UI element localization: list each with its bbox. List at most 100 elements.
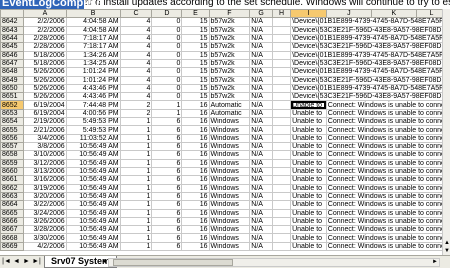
cell-a[interactable]: 3/4/2006 bbox=[23, 133, 67, 144]
cell-d[interactable]: 1 bbox=[151, 108, 183, 119]
cell-a[interactable]: 5/26/2006 bbox=[23, 75, 67, 85]
column-header-d[interactable]: D bbox=[151, 9, 183, 19]
cell-f[interactable]: Automatic bbox=[208, 100, 251, 110]
cell-b[interactable]: 4:43:46 PM bbox=[65, 83, 121, 94]
cell-f[interactable]: Windows bbox=[208, 208, 251, 218]
next-sheet-icon[interactable]: ► bbox=[22, 257, 31, 267]
column-header-g[interactable]: G bbox=[249, 9, 273, 19]
cell-f[interactable]: Windows bbox=[208, 150, 251, 160]
cell-d[interactable]: 1 bbox=[151, 100, 183, 110]
cell-g[interactable]: N/A bbox=[249, 117, 273, 127]
cell-g[interactable]: N/A bbox=[249, 125, 273, 135]
cell-g[interactable]: N/A bbox=[249, 141, 273, 152]
cell-a[interactable]: 3/22/2006 bbox=[23, 200, 67, 210]
cell-d[interactable]: 6 bbox=[151, 233, 183, 243]
row-header[interactable]: 8648 bbox=[0, 67, 25, 77]
cell-i[interactable]: Unable to bbox=[290, 191, 327, 202]
cell-g[interactable]: N/A bbox=[249, 233, 273, 243]
cell-a[interactable]: 2/28/2006 bbox=[23, 33, 67, 44]
column-header-k[interactable]: K bbox=[370, 9, 417, 19]
cell-c[interactable]: 4 bbox=[119, 67, 153, 77]
cell-h[interactable] bbox=[271, 191, 292, 202]
horizontal-scroll-thumb[interactable] bbox=[113, 259, 233, 266]
cell-c[interactable]: 1 bbox=[119, 225, 153, 235]
cell-a[interactable]: 3/26/2006 bbox=[23, 216, 67, 227]
row-header[interactable]: 8643 bbox=[0, 25, 25, 35]
cell-a[interactable]: 3/8/2006 bbox=[23, 141, 67, 152]
cell-e[interactable]: 16 bbox=[181, 100, 210, 110]
cell-b[interactable]: 5:49:53 PM bbox=[65, 125, 121, 135]
row-header[interactable]: 8662 bbox=[0, 183, 25, 193]
cell-c[interactable]: 2 bbox=[119, 100, 153, 110]
cell-h[interactable] bbox=[271, 33, 292, 44]
row-header[interactable]: 8654 bbox=[0, 117, 25, 127]
cell-g[interactable]: N/A bbox=[249, 50, 273, 60]
first-sheet-icon[interactable]: |◄ bbox=[2, 257, 11, 267]
cell-c[interactable]: 4 bbox=[119, 83, 153, 94]
row-header[interactable]: 8647 bbox=[0, 58, 25, 69]
cell-b[interactable]: 1:34:25 AM bbox=[65, 58, 121, 69]
cell-d[interactable]: 0 bbox=[151, 50, 183, 60]
row-header[interactable]: 8667 bbox=[0, 225, 25, 235]
cell-a[interactable]: 2/28/2006 bbox=[23, 42, 67, 52]
cell-g[interactable]: N/A bbox=[249, 92, 273, 102]
cell-a[interactable]: 2/21/2006 bbox=[23, 125, 67, 135]
cell-h[interactable] bbox=[271, 150, 292, 160]
cell-c[interactable]: 1 bbox=[119, 166, 153, 177]
cell-d[interactable]: 0 bbox=[151, 42, 183, 52]
cell-d[interactable]: 0 bbox=[151, 83, 183, 94]
cell-e[interactable]: 16 bbox=[181, 150, 210, 160]
cell-a[interactable]: 2/2/2006 bbox=[23, 17, 67, 27]
cell-d[interactable]: 6 bbox=[151, 150, 183, 160]
cell-b[interactable]: 4:43:46 PM bbox=[65, 92, 121, 102]
cell-c[interactable]: 2 bbox=[119, 108, 153, 119]
cell-e[interactable]: 15 bbox=[181, 92, 210, 102]
cell-e[interactable]: 15 bbox=[181, 25, 210, 35]
row-header[interactable]: 8644 bbox=[0, 33, 25, 44]
cell-i[interactable]: Unable to bbox=[290, 175, 327, 185]
cell-g[interactable]: N/A bbox=[249, 100, 273, 110]
cell-e[interactable]: 16 bbox=[181, 108, 210, 119]
row-header[interactable]: 8646 bbox=[0, 50, 25, 60]
row-header[interactable]: 8669 bbox=[0, 241, 25, 252]
cell-c[interactable]: 1 bbox=[119, 233, 153, 243]
cell-g[interactable]: N/A bbox=[249, 108, 273, 119]
cell-e[interactable]: 15 bbox=[181, 58, 210, 69]
cell-j[interactable]: Connect: Windows is unable to conne bbox=[325, 191, 448, 202]
cell-h[interactable] bbox=[271, 92, 292, 102]
cell-a[interactable]: 6/19/2004 bbox=[23, 100, 67, 110]
cell-f[interactable]: b57w2k bbox=[208, 92, 251, 102]
cell-e[interactable]: 16 bbox=[181, 208, 210, 218]
cell-f[interactable]: b57w2k bbox=[208, 50, 251, 60]
cell-j[interactable]: Connect: Windows is unable to conne bbox=[325, 158, 448, 168]
cell-g[interactable]: N/A bbox=[249, 216, 273, 227]
cell-d[interactable]: 6 bbox=[151, 133, 183, 144]
cell-a[interactable]: 3/16/2006 bbox=[23, 175, 67, 185]
cell-g[interactable]: N/A bbox=[249, 58, 273, 69]
cell-a[interactable]: 4/2/2006 bbox=[23, 241, 67, 252]
cell-i[interactable]: Unable to bbox=[290, 225, 327, 235]
cell-i[interactable]: \Device\{53C3E21F-596D-43E8-9A57-98EF08D bbox=[290, 92, 447, 102]
cell-e[interactable]: 15 bbox=[181, 17, 210, 27]
row-header[interactable]: 8666 bbox=[0, 216, 25, 227]
cell-g[interactable]: N/A bbox=[249, 200, 273, 210]
cell-b[interactable]: 7:18:17 AM bbox=[65, 42, 121, 52]
cell-h[interactable] bbox=[271, 133, 292, 144]
column-header-j[interactable]: J bbox=[325, 9, 372, 19]
cell-e[interactable]: 16 bbox=[181, 216, 210, 227]
cell-g[interactable]: N/A bbox=[249, 75, 273, 85]
cell-h[interactable] bbox=[271, 100, 292, 110]
cell-f[interactable]: b57w2k bbox=[208, 83, 251, 94]
cell-j[interactable]: Connect: Windows is unable to conne bbox=[325, 166, 448, 177]
cell-d[interactable]: 0 bbox=[151, 92, 183, 102]
cell-a[interactable]: 3/12/2006 bbox=[23, 158, 67, 168]
row-header[interactable]: 8645 bbox=[0, 42, 25, 52]
cell-j[interactable]: Connect: Windows is unable to conne bbox=[325, 183, 448, 193]
cell-i[interactable]: \Device\{01B1E899-4739-4745-8A7D-548E7A5… bbox=[290, 67, 447, 77]
cell-a[interactable]: 3/30/2006 bbox=[23, 233, 67, 243]
cell-i[interactable]: Unable to bbox=[290, 166, 327, 177]
cell-g[interactable]: N/A bbox=[249, 150, 273, 160]
cell-j[interactable]: Connect: Windows is unable to conne bbox=[325, 200, 448, 210]
cell-c[interactable]: 1 bbox=[119, 208, 153, 218]
cell-a[interactable]: 6/19/2004 bbox=[23, 108, 67, 119]
